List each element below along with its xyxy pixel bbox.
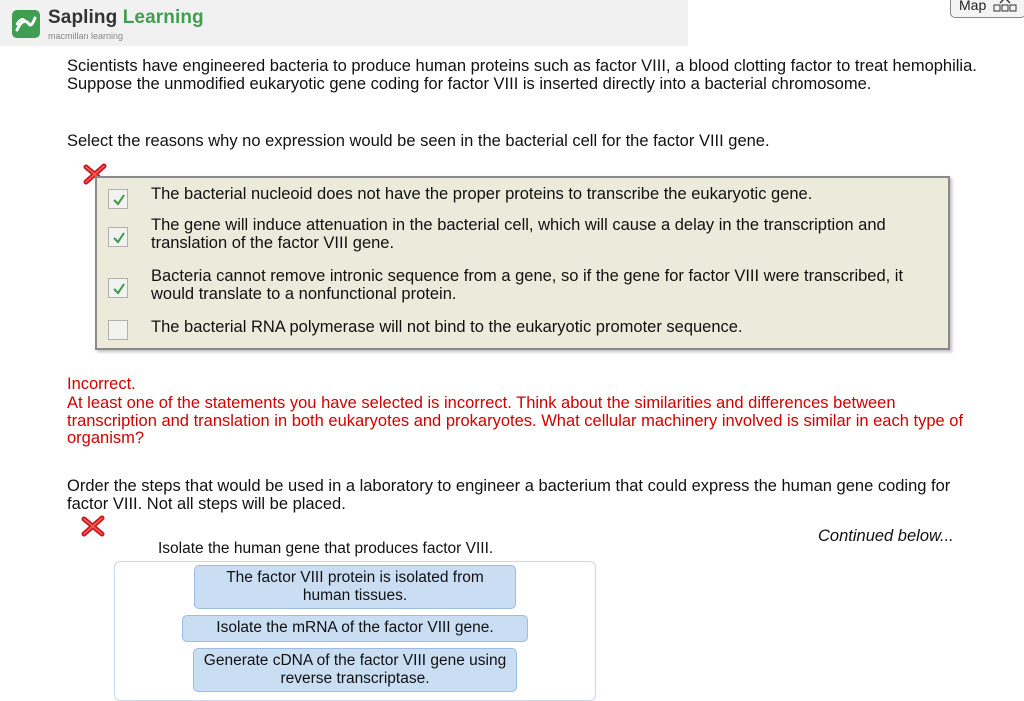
brand-subtitle: macmillan learning [48, 31, 124, 41]
option-2-text: The gene will induce attenuation in the … [151, 216, 886, 252]
feedback-title: Incorrect. [67, 375, 136, 393]
option-1-checkbox[interactable] [108, 189, 128, 209]
checkmark-icon [113, 283, 125, 295]
option-3-checkbox[interactable] [108, 278, 128, 298]
feedback-body: At least one of the statements you have … [67, 394, 964, 447]
question-intro: Scientists have engineered bacteria to p… [67, 57, 977, 93]
option-3-text: Bacteria cannot remove intronic sequence… [151, 267, 904, 303]
option-1[interactable]: The bacterial nucleoid does not have the… [97, 185, 937, 209]
option-4[interactable]: The bacterial RNA polymerase will not bi… [97, 318, 937, 340]
app-header: Sapling Learning macmillan learning [0, 0, 688, 46]
step-chip[interactable]: Generate cDNA of the factor VIII gene us… [193, 648, 517, 692]
brand-name: Sapling Learning [48, 7, 204, 29]
checkmark-icon [113, 194, 125, 206]
option-1-text: The bacterial nucleoid does not have the… [151, 185, 813, 203]
option-2-checkbox[interactable] [108, 227, 128, 247]
checkmark-icon [113, 232, 125, 244]
option-3[interactable]: Bacteria cannot remove intronic sequence… [97, 267, 937, 306]
option-4-checkbox[interactable] [108, 320, 128, 340]
map-button[interactable]: Map [950, 0, 1024, 18]
continued-note: Continued below... [818, 527, 954, 545]
answer-options-box: The bacterial nucleoid does not have the… [95, 176, 950, 350]
option-4-text: The bacterial RNA polymerase will not bi… [151, 318, 743, 336]
ordering-prompt: Order the steps that would be used in a … [67, 477, 951, 513]
incorrect-x-icon [80, 515, 106, 537]
first-step-label: Isolate the human gene that produces fac… [158, 540, 494, 557]
brand-part1: Sapling [48, 7, 118, 28]
option-2[interactable]: The gene will induce attenuation in the … [97, 216, 937, 255]
question-prompt: Select the reasons why no expression wou… [67, 132, 770, 150]
map-grid-icon [992, 0, 1018, 16]
brand-part2: Learning [122, 7, 204, 28]
sapling-logo-icon [12, 10, 40, 38]
step-chip[interactable]: Isolate the mRNA of the factor VIII gene… [182, 615, 528, 642]
step-chip[interactable]: The factor VIII protein is isolated from… [194, 565, 516, 609]
map-label: Map [959, 0, 987, 14]
